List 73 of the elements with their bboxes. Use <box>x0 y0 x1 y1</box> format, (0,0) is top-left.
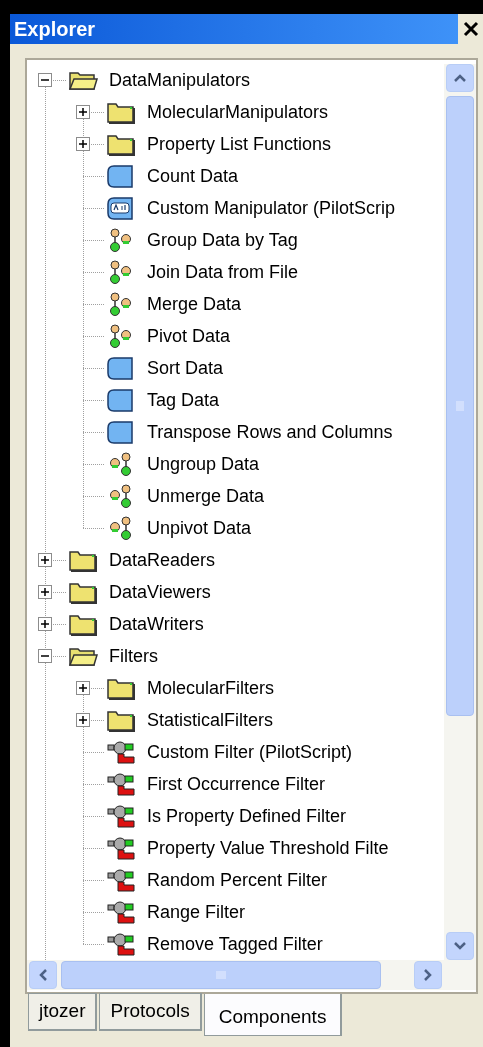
tree-item[interactable]: First Occurrence Filter <box>147 770 326 798</box>
tree-item[interactable]: DataViewers <box>109 578 211 606</box>
tab[interactable]: Protocols <box>99 993 202 1031</box>
tree-item[interactable]: DataReaders <box>109 546 216 574</box>
tree-item[interactable]: Remove Tagged Filter <box>147 930 323 958</box>
tree-item[interactable]: Unpivot Data <box>147 514 252 542</box>
scroll-thumb[interactable] <box>446 96 474 716</box>
tree-item[interactable]: MolecularFilters <box>147 674 275 702</box>
tree-item[interactable]: Merge Data <box>147 290 242 318</box>
minus-icon <box>41 76 49 84</box>
plus-icon <box>79 140 87 148</box>
tree-item[interactable]: Tag Data <box>147 386 220 414</box>
data-block-icon <box>106 387 136 413</box>
scrollbar-corner <box>444 960 476 990</box>
tree-item[interactable]: Filters <box>109 642 158 670</box>
filter-node-icon <box>106 739 136 765</box>
tab[interactable]: Components <box>203 994 343 1036</box>
tree-item[interactable]: MolecularManipulators <box>147 98 329 126</box>
tree-item[interactable]: Group Data by Tag <box>147 226 298 254</box>
data-block-icon <box>106 355 136 381</box>
tree-item[interactable]: Custom Filter (PilotScript) <box>147 738 353 766</box>
scroll-right-button[interactable] <box>414 961 442 989</box>
minus-icon <box>41 652 49 660</box>
expand-toggle[interactable] <box>38 617 52 631</box>
tree-item[interactable]: Join Data from File <box>147 258 299 286</box>
expand-toggle[interactable] <box>76 713 90 727</box>
plus-icon <box>79 716 87 724</box>
filter-node-icon <box>106 803 136 829</box>
expand-toggle[interactable] <box>76 137 90 151</box>
data-block-icon <box>106 163 136 189</box>
script-block-icon <box>106 195 136 221</box>
filter-node-icon <box>106 835 136 861</box>
tree-item[interactable]: Sort Data <box>147 354 224 382</box>
tree-item[interactable]: Custom Manipulator (PilotScrip <box>147 194 396 222</box>
tree-item[interactable]: Is Property Defined Filter <box>147 802 347 830</box>
horizontal-scrollbar[interactable] <box>27 960 444 990</box>
plus-icon <box>41 620 49 628</box>
tree-item[interactable]: Property List Functions <box>147 130 332 158</box>
tree-item[interactable]: Random Percent Filter <box>147 866 328 894</box>
filter-node-icon <box>106 931 136 957</box>
scroll-down-button[interactable] <box>446 932 474 960</box>
tree-item[interactable]: Property Value Threshold Filte <box>147 834 389 862</box>
scroll-left-button[interactable] <box>29 961 57 989</box>
tab[interactable]: jtozer <box>28 993 98 1031</box>
plus-icon <box>41 588 49 596</box>
expand-toggle[interactable] <box>76 681 90 695</box>
close-button[interactable] <box>458 14 483 44</box>
expand-toggle[interactable] <box>38 553 52 567</box>
tree-item[interactable]: Ungroup Data <box>147 450 260 478</box>
tree-item[interactable]: Count Data <box>147 162 239 190</box>
tree-item[interactable]: Transpose Rows and Columns <box>147 418 393 446</box>
tree-item[interactable]: Range Filter <box>147 898 246 926</box>
tree-item[interactable]: DataManipulators <box>109 66 251 94</box>
filter-node-icon <box>106 899 136 925</box>
scroll-up-button[interactable] <box>446 64 474 92</box>
collapse-toggle[interactable] <box>38 649 52 663</box>
plus-icon <box>41 556 49 564</box>
tree-item[interactable]: StatisticalFilters <box>147 706 274 734</box>
expand-toggle[interactable] <box>76 105 90 119</box>
filter-node-icon <box>106 771 136 797</box>
plus-icon <box>79 108 87 116</box>
tree-item[interactable]: DataWriters <box>109 610 204 638</box>
tree-item[interactable]: Pivot Data <box>147 322 231 350</box>
close-icon <box>462 21 479 37</box>
scroll-thumb[interactable] <box>61 961 381 989</box>
filter-node-icon <box>106 867 136 893</box>
data-block-icon <box>106 419 136 445</box>
vertical-scrollbar[interactable] <box>444 64 476 960</box>
window-title: Explorer <box>10 14 458 44</box>
plus-icon <box>79 684 87 692</box>
tree-item[interactable]: Unmerge Data <box>147 482 265 510</box>
expand-toggle[interactable] <box>38 585 52 599</box>
collapse-toggle[interactable] <box>38 73 52 87</box>
